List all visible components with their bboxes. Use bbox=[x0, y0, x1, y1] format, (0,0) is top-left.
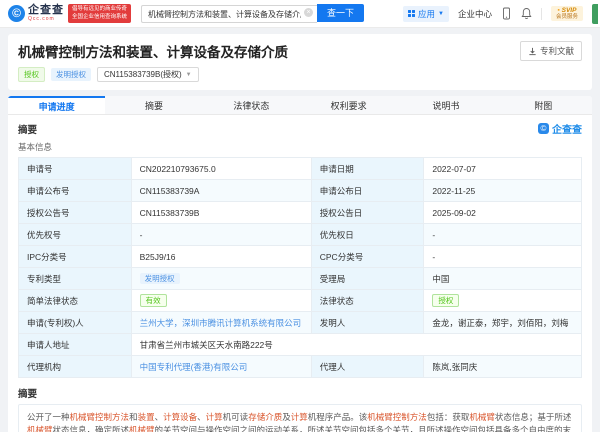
table-row: 申请(专利权)人 兰州大学，深圳市腾讯计算机系统有限公司 发明人 金龙，谢正泰，… bbox=[19, 312, 582, 334]
table-row: 专利类型 发明授权 受理局 中国 bbox=[19, 268, 582, 290]
summary-section-title: 摘要 bbox=[18, 122, 37, 136]
field-label: 申请(专利权)人 bbox=[19, 312, 132, 334]
top-navbar: © 企查查 Qcc.com 倡导有远见的商业传奇 全国企业信用查询系统 × 查一… bbox=[0, 0, 600, 28]
agency-link[interactable]: 中国专利代理(香港)有限公司 bbox=[140, 362, 248, 372]
qcc-logo-icon: © bbox=[8, 5, 25, 22]
field-value: 中国 bbox=[424, 268, 582, 290]
field-label: 优先权日 bbox=[311, 224, 424, 246]
valid-status-badge: 有效 bbox=[140, 294, 167, 307]
field-label: 优先权号 bbox=[19, 224, 132, 246]
search-button[interactable]: 查一下 bbox=[317, 4, 364, 22]
field-label: 发明人 bbox=[311, 312, 424, 334]
crown-icon: ▪ bbox=[558, 7, 560, 14]
abstract-section-title: 摘要 bbox=[18, 386, 582, 400]
abstract-box: 公开了一种机械臂控制方法和装置、计算设备、计算机可读存储介质及计算机程序产品。该… bbox=[18, 404, 582, 432]
qcc-logo-text: 企查查 bbox=[28, 5, 64, 16]
chevron-down-icon: ▼ bbox=[438, 11, 444, 17]
inventors-value: 金龙，谢正泰，郑宇，刘佰阳，刘梅 bbox=[424, 312, 582, 334]
field-value: B25J9/16 bbox=[131, 246, 311, 268]
chevron-down-icon: ▼ bbox=[186, 72, 192, 78]
page-title: 机械臂控制方法和装置、计算设备及存储介质 bbox=[18, 41, 288, 61]
field-label: CPC分类号 bbox=[311, 246, 424, 268]
apps-grid-icon bbox=[408, 10, 415, 17]
agents-value: 陈岚,张同庆 bbox=[424, 356, 582, 378]
field-label: 申请日期 bbox=[311, 158, 424, 180]
field-label: 专利类型 bbox=[19, 268, 132, 290]
brand-slogan: 倡导有远见的商业传奇 全国企业信用查询系统 bbox=[68, 4, 131, 23]
mobile-phone-icon[interactable] bbox=[501, 7, 512, 20]
apps-menu-button[interactable]: 应用 ▼ bbox=[403, 6, 449, 22]
table-row: 优先权号 - 优先权日 - bbox=[19, 224, 582, 246]
field-value: 2022-07-07 bbox=[424, 158, 582, 180]
patent-document-button[interactable]: 专利文献 bbox=[520, 41, 582, 61]
avatar[interactable] bbox=[592, 4, 598, 24]
field-label: 代理机构 bbox=[19, 356, 132, 378]
status-badge: 授权 bbox=[18, 67, 45, 82]
patent-type-badge: 发明授权 bbox=[51, 68, 91, 81]
detail-tabbar: 申请进度 摘要 法律状态 权利要求 说明书 附图 bbox=[8, 96, 592, 115]
search-input[interactable] bbox=[141, 5, 317, 23]
field-label: 受理局 bbox=[311, 268, 424, 290]
patent-detail-card: 申请进度 摘要 法律状态 权利要求 说明书 附图 摘要 © 企查查 基本信息 申… bbox=[8, 96, 592, 432]
qcc-logo-domain: Qcc.com bbox=[28, 17, 64, 22]
field-label: 简单法律状态 bbox=[19, 290, 132, 312]
enterprise-center-link[interactable]: 企业中心 bbox=[458, 8, 492, 20]
field-value: - bbox=[424, 246, 582, 268]
table-row: 简单法律状态 有效 法律状态 授权 bbox=[19, 290, 582, 312]
table-row: 代理机构 中国专利代理(香港)有限公司 代理人 陈岚,张同庆 bbox=[19, 356, 582, 378]
legal-status-cell: 授权 bbox=[424, 290, 582, 312]
qcc-watermark: © 企查查 bbox=[538, 121, 582, 136]
qcc-logo[interactable]: © 企查查 Qcc.com bbox=[8, 5, 64, 22]
field-value: CN115383739B bbox=[131, 202, 311, 224]
tab-claims[interactable]: 权利要求 bbox=[300, 96, 397, 114]
field-label: 授权公告日 bbox=[311, 202, 424, 224]
patent-type-cell: 发明授权 bbox=[131, 268, 311, 290]
field-label: 申请号 bbox=[19, 158, 132, 180]
table-row: 申请号 CN202210793675.0 申请日期 2022-07-07 bbox=[19, 158, 582, 180]
field-label: 申请公布日 bbox=[311, 180, 424, 202]
tab-abstract[interactable]: 摘要 bbox=[105, 96, 202, 114]
tab-application-progress[interactable]: 申请进度 bbox=[8, 96, 105, 114]
field-label: IPC分类号 bbox=[19, 246, 132, 268]
agency-cell: 中国专利代理(香港)有限公司 bbox=[131, 356, 311, 378]
field-value: CN115383739A bbox=[131, 180, 311, 202]
basic-info-table: 申请号 CN202210793675.0 申请日期 2022-07-07 申请公… bbox=[18, 157, 582, 378]
tab-specification[interactable]: 说明书 bbox=[397, 96, 494, 114]
table-row: 申请公布号 CN115383739A 申请公布日 2022-11-25 bbox=[19, 180, 582, 202]
table-row: 授权公告号 CN115383739B 授权公告日 2025-09-02 bbox=[19, 202, 582, 224]
field-value: 2022-11-25 bbox=[424, 180, 582, 202]
table-row: IPC分类号 B25J9/16 CPC分类号 - bbox=[19, 246, 582, 268]
field-label: 代理人 bbox=[311, 356, 424, 378]
field-label: 授权公告号 bbox=[19, 202, 132, 224]
abstract-text: 公开了一种机械臂控制方法和装置、计算设备、计算机可读存储介质及计算机程序产品。该… bbox=[27, 412, 571, 432]
clear-search-icon[interactable]: × bbox=[304, 8, 313, 17]
patent-header-card: 机械臂控制方法和装置、计算设备及存储介质 专利文献 授权 发明授权 CN1153… bbox=[8, 34, 592, 90]
basic-info-label: 基本信息 bbox=[18, 141, 582, 153]
field-label: 申请人地址 bbox=[19, 334, 132, 356]
svip-member-badge[interactable]: ▪ SVIP 会员服务 bbox=[551, 6, 583, 22]
field-value: CN202210793675.0 bbox=[131, 158, 311, 180]
patent-number-dropdown[interactable]: CN115383739B(授权) ▼ bbox=[97, 67, 199, 82]
patent-type-badge: 发明授权 bbox=[140, 273, 180, 284]
tab-legal-status[interactable]: 法律状态 bbox=[203, 96, 300, 114]
field-value: - bbox=[424, 224, 582, 246]
download-icon bbox=[528, 47, 537, 56]
field-label: 法律状态 bbox=[311, 290, 424, 312]
notification-bell-icon[interactable] bbox=[521, 7, 532, 20]
field-value: 2025-09-02 bbox=[424, 202, 582, 224]
qcc-watermark-icon: © bbox=[538, 123, 549, 134]
simple-legal-status-cell: 有效 bbox=[131, 290, 311, 312]
granted-status-badge: 授权 bbox=[432, 294, 459, 307]
tab-drawings[interactable]: 附图 bbox=[495, 96, 592, 114]
applicant-cell: 兰州大学，深圳市腾讯计算机系统有限公司 bbox=[131, 312, 311, 334]
field-value: - bbox=[131, 224, 311, 246]
table-row: 申请人地址 甘肃省兰州市城关区天水南路222号 bbox=[19, 334, 582, 356]
divider bbox=[541, 8, 542, 20]
field-label: 申请公布号 bbox=[19, 180, 132, 202]
applicant-address-value: 甘肃省兰州市城关区天水南路222号 bbox=[131, 334, 581, 356]
main-content: 机械臂控制方法和装置、计算设备及存储介质 专利文献 授权 发明授权 CN1153… bbox=[0, 28, 600, 432]
applicant-link[interactable]: 兰州大学，深圳市腾讯计算机系统有限公司 bbox=[140, 318, 302, 328]
